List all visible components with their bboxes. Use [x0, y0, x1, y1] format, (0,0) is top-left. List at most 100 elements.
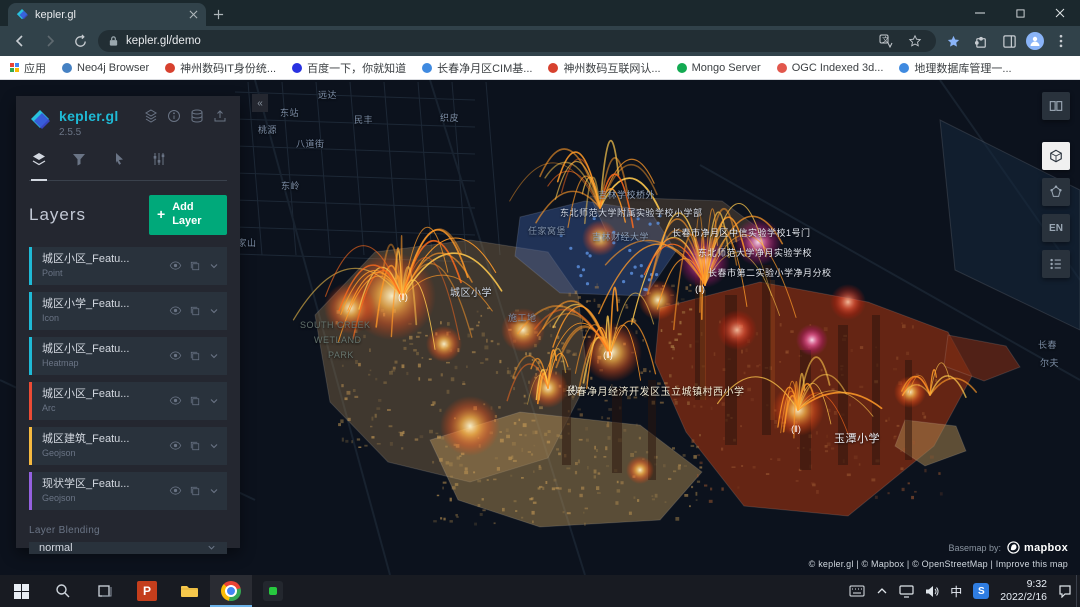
bookmark-favicon-icon [165, 63, 175, 73]
forward-icon[interactable] [38, 29, 62, 53]
duplicate-layer-icon[interactable] [189, 395, 201, 407]
expand-layer-icon[interactable] [208, 350, 220, 362]
split-map-button[interactable] [1042, 92, 1070, 120]
bookmark-item[interactable]: Mongo Server [677, 62, 761, 74]
chrome-icon [221, 581, 241, 601]
docs-icon[interactable] [144, 109, 158, 128]
visibility-toggle-icon[interactable] [169, 484, 182, 497]
new-tab-button[interactable] [206, 3, 230, 26]
bookmark-label: OGC Indexed 3d... [792, 62, 884, 74]
bookmark-item[interactable]: 神州数码IT身份统... [165, 60, 276, 76]
maximize-icon[interactable] [1000, 0, 1040, 26]
starred-icon[interactable] [942, 30, 964, 52]
bookmark-item[interactable]: 地理数据库管理一... [899, 60, 1011, 76]
panel-tabs [29, 151, 227, 181]
duplicate-layer-icon[interactable] [189, 350, 201, 362]
bookmark-item[interactable]: Neo4j Browser [62, 62, 149, 74]
extensions-icon[interactable] [970, 30, 992, 52]
expand-layer-icon[interactable] [208, 395, 220, 407]
tab-layers[interactable] [31, 151, 47, 181]
taskbar-clock[interactable]: 9:32 2022/2/16 [1000, 578, 1047, 604]
bookmark-star-icon[interactable] [904, 30, 926, 52]
layer-item[interactable]: 城区小区_Featu...Heatmap [29, 337, 227, 375]
info-icon[interactable] [167, 109, 181, 128]
visibility-toggle-icon[interactable] [169, 394, 182, 407]
duplicate-layer-icon[interactable] [189, 485, 201, 497]
translate-icon[interactable]: 文 [875, 30, 897, 52]
address-bar[interactable]: kepler.gl/demo 文 [98, 30, 936, 52]
legend-button[interactable] [1042, 250, 1070, 278]
bookmark-items: Neo4j Browser 神州数码IT身份统... 百度一下，你就知道长春净月区C… [62, 60, 1012, 76]
tab-filters[interactable] [71, 151, 87, 172]
volume-icon[interactable] [925, 585, 939, 598]
clock-date: 2022/2/16 [1000, 591, 1047, 604]
tab-close-icon[interactable] [189, 10, 198, 19]
browser-panel-icon[interactable] [998, 30, 1020, 52]
file-explorer-button[interactable] [168, 575, 210, 607]
start-button[interactable] [0, 575, 42, 607]
chrome-button[interactable] [210, 575, 252, 607]
bookmark-item[interactable]: 神州数码互联网认... [548, 60, 660, 76]
svg-text:(‖): (‖) [791, 424, 801, 434]
close-icon[interactable] [1040, 0, 1080, 26]
expand-layer-icon[interactable] [208, 485, 220, 497]
bookmark-favicon-icon [548, 63, 558, 73]
pinned-app-button[interactable] [252, 575, 294, 607]
apps-shortcut[interactable]: 应用 [10, 60, 46, 76]
bookmark-label: 百度一下，你就知道 [307, 60, 406, 76]
visibility-toggle-icon[interactable] [169, 349, 182, 362]
menu-kebab-icon[interactable] [1050, 30, 1072, 52]
duplicate-layer-icon[interactable] [189, 260, 201, 272]
map-attribution[interactable]: © kepler.gl | © Mapbox | © OpenStreetMap… [809, 559, 1068, 569]
bookmark-item[interactable]: 百度一下，你就知道 [292, 60, 406, 76]
expand-layer-icon[interactable] [208, 260, 220, 272]
layer-name: 城区小区_Featu... [42, 253, 129, 266]
toggle-3d-button[interactable] [1042, 142, 1070, 170]
expand-layer-icon[interactable] [208, 305, 220, 317]
minimize-icon[interactable] [960, 0, 1000, 26]
task-view-button[interactable] [84, 575, 126, 607]
duplicate-layer-icon[interactable] [189, 440, 201, 452]
expand-layer-icon[interactable] [208, 440, 220, 452]
profile-avatar[interactable] [1026, 32, 1044, 50]
bookmark-item[interactable]: OGC Indexed 3d... [777, 62, 884, 74]
bookmark-item[interactable]: 长春净月区CIM基... [422, 60, 532, 76]
draw-polygon-button[interactable] [1042, 178, 1070, 206]
visibility-toggle-icon[interactable] [169, 439, 182, 452]
layer-blending-select[interactable]: normal [29, 542, 227, 554]
back-icon[interactable] [8, 29, 32, 53]
mapbox-logo[interactable]: mapbox [1007, 541, 1068, 554]
action-center-icon[interactable] [1058, 584, 1072, 598]
data-table-icon[interactable] [190, 109, 204, 128]
input-method-badge[interactable]: S [973, 583, 989, 599]
layer-item[interactable]: 城区建筑_Featu...Geojson [29, 427, 227, 465]
bookmark-label: Neo4j Browser [77, 62, 149, 74]
duplicate-layer-icon[interactable] [189, 305, 201, 317]
reload-icon[interactable] [68, 29, 92, 53]
powerpoint-button[interactable]: P [126, 575, 168, 607]
export-icon[interactable] [213, 109, 227, 128]
task-view-icon [97, 583, 113, 599]
layer-item[interactable]: 现状学区_Featu...Geojson [29, 472, 227, 510]
show-desktop-button[interactable] [1076, 575, 1080, 607]
ime-indicator[interactable]: 中 [950, 583, 962, 600]
svg-text:(‖): (‖) [398, 292, 408, 302]
browser-tab[interactable]: kepler.gl [8, 3, 206, 26]
tab-interactions[interactable] [111, 151, 127, 172]
tray-expand-icon[interactable] [876, 585, 888, 597]
display-icon[interactable] [899, 585, 914, 598]
visibility-toggle-icon[interactable] [169, 304, 182, 317]
visibility-toggle-icon[interactable] [169, 259, 182, 272]
tab-basemap[interactable] [151, 151, 167, 172]
layer-item[interactable]: 城区小区_Featu...Arc [29, 382, 227, 420]
layer-name: 城区建筑_Featu... [42, 433, 129, 446]
touch-keyboard-icon[interactable] [849, 585, 865, 597]
locale-button[interactable]: EN [1042, 214, 1070, 242]
layer-item[interactable]: 城区小学_Featu...Icon [29, 292, 227, 330]
system-tray: 中 S 9:32 2022/2/16 [849, 575, 1076, 607]
svg-text:文: 文 [882, 35, 889, 44]
taskbar-search-button[interactable] [42, 575, 84, 607]
add-layer-button[interactable]: + Add Layer [149, 195, 227, 235]
layer-item[interactable]: 城区小区_Featu...Point [29, 247, 227, 285]
panel-collapse-button[interactable]: « [252, 94, 268, 112]
